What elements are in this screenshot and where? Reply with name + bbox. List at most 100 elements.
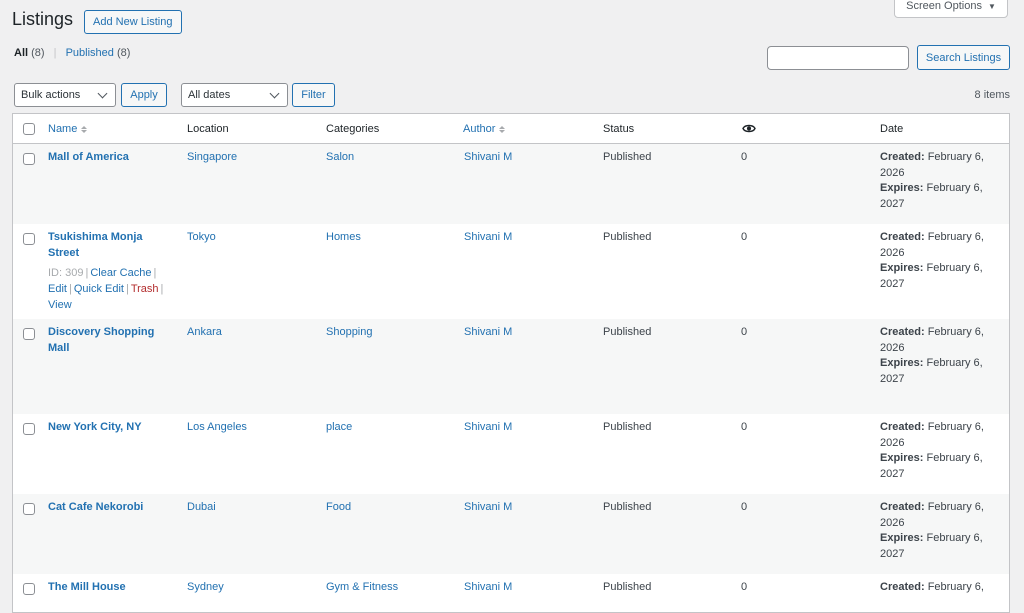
action-separator: | bbox=[160, 283, 164, 295]
screen-options-button[interactable]: Screen Options ▼ bbox=[894, 0, 1008, 18]
select-all-checkbox[interactable] bbox=[23, 123, 35, 135]
page-title: Listings bbox=[12, 9, 74, 29]
status-text: Published bbox=[603, 581, 652, 593]
expires-label: Expires: bbox=[880, 262, 924, 274]
category-link[interactable]: place bbox=[326, 420, 352, 436]
bulk-actions-select[interactable]: Bulk actions bbox=[14, 83, 116, 107]
action-separator: | bbox=[125, 283, 129, 295]
author-link[interactable]: Shivani M bbox=[464, 230, 512, 246]
views-count: 0 bbox=[741, 581, 748, 593]
author-link[interactable]: Shivani M bbox=[464, 500, 512, 516]
status-text: Published bbox=[603, 151, 652, 163]
listing-id: ID: 309 bbox=[48, 267, 84, 279]
expires-label: Expires: bbox=[880, 182, 924, 194]
view-published-count: (8) bbox=[116, 47, 131, 59]
listing-name-link[interactable]: The Mill House bbox=[48, 580, 166, 596]
views-count: 0 bbox=[741, 326, 748, 338]
screen-options-label: Screen Options bbox=[906, 0, 982, 12]
column-author-header[interactable]: Author bbox=[463, 123, 506, 135]
filter-button[interactable]: Filter bbox=[292, 83, 335, 107]
location-link[interactable]: Singapore bbox=[187, 150, 237, 166]
created-label: Created: bbox=[880, 421, 925, 433]
table-row: Discovery Shopping Mall Ankara Shopping … bbox=[13, 319, 1009, 414]
quick-edit-link[interactable]: Quick Edit bbox=[74, 283, 124, 295]
dates-filter-select[interactable]: All dates bbox=[181, 83, 288, 107]
created-label: Created: bbox=[880, 231, 925, 243]
table-row: Cat Cafe Nekorobi Dubai Food Shivani M P… bbox=[13, 494, 1009, 574]
location-link[interactable]: Sydney bbox=[187, 580, 224, 596]
table-row: Tsukishima Monja Street ID: 309 | Clear Ca… bbox=[13, 224, 1009, 319]
status-text: Published bbox=[603, 231, 652, 243]
date-info: Created: February 6, bbox=[880, 580, 998, 596]
status-text: Published bbox=[603, 421, 652, 433]
bulk-actions-value: Bulk actions bbox=[21, 89, 81, 101]
date-info: Created: February 6, 2026 Expires: Febru… bbox=[880, 420, 998, 482]
location-link[interactable]: Los Angeles bbox=[187, 420, 247, 436]
column-name-header[interactable]: Name bbox=[48, 123, 88, 135]
search-listings-button[interactable]: Search Listings bbox=[917, 45, 1010, 70]
author-link[interactable]: Shivani M bbox=[464, 150, 512, 166]
column-name-label: Name bbox=[48, 123, 78, 135]
status-text: Published bbox=[603, 501, 652, 513]
view-link[interactable]: View bbox=[48, 299, 72, 311]
listing-name-link[interactable]: Discovery Shopping Mall bbox=[48, 325, 166, 356]
table-header: Name Location Categories Author Status D… bbox=[13, 114, 1009, 144]
location-link[interactable]: Dubai bbox=[187, 500, 216, 516]
row-checkbox[interactable] bbox=[23, 503, 35, 515]
row-checkbox[interactable] bbox=[23, 153, 35, 165]
date-info: Created: February 6, 2026 Expires: Febru… bbox=[880, 150, 998, 212]
views-separator: | bbox=[53, 47, 57, 59]
category-link[interactable]: Salon bbox=[326, 150, 354, 166]
views-count: 0 bbox=[741, 421, 748, 433]
table-row: The Mill House Sydney Gym & Fitness Shiv… bbox=[13, 574, 1009, 612]
expires-label: Expires: bbox=[880, 452, 924, 464]
sort-icon bbox=[499, 125, 506, 133]
row-checkbox[interactable] bbox=[23, 328, 35, 340]
date-info: Created: February 6, 2026 Expires: Febru… bbox=[880, 500, 998, 562]
action-separator: | bbox=[68, 283, 72, 295]
created-label: Created: bbox=[880, 151, 925, 163]
listing-name-link[interactable]: Tsukishima Monja Street bbox=[48, 230, 166, 261]
clear-cache-link[interactable]: Clear Cache bbox=[90, 267, 151, 279]
action-separator: | bbox=[153, 267, 157, 279]
row-checkbox[interactable] bbox=[23, 233, 35, 245]
category-link[interactable]: Gym & Fitness bbox=[326, 580, 398, 596]
location-link[interactable]: Ankara bbox=[187, 325, 222, 341]
listing-name-link[interactable]: Cat Cafe Nekorobi bbox=[48, 500, 166, 516]
chevron-down-icon bbox=[269, 88, 280, 98]
row-checkbox[interactable] bbox=[23, 423, 35, 435]
category-link[interactable]: Shopping bbox=[326, 325, 373, 341]
listing-name-link[interactable]: New York City, NY bbox=[48, 420, 166, 436]
date-info: Created: February 6, 2026 Expires: Febru… bbox=[880, 230, 998, 292]
date-info: Created: February 6, 2026 Expires: Febru… bbox=[880, 325, 998, 387]
view-all-link[interactable]: All bbox=[14, 47, 28, 59]
column-categories-header: Categories bbox=[326, 123, 380, 135]
created-label: Created: bbox=[880, 581, 925, 593]
dates-filter-value: All dates bbox=[188, 89, 231, 101]
listings-table: Name Location Categories Author Status D… bbox=[12, 113, 1010, 613]
add-new-listing-button[interactable]: Add New Listing bbox=[84, 10, 182, 34]
author-link[interactable]: Shivani M bbox=[464, 325, 512, 341]
status-filter-links: All (8) | Published (8) bbox=[14, 47, 130, 59]
created-label: Created: bbox=[880, 501, 925, 513]
edit-link[interactable]: Edit bbox=[48, 283, 67, 295]
category-link[interactable]: Homes bbox=[326, 230, 361, 246]
table-row: Mall of America Singapore Salon Shivani … bbox=[13, 144, 1009, 224]
row-checkbox[interactable] bbox=[23, 583, 35, 595]
column-date-header: Date bbox=[880, 123, 904, 135]
trash-link[interactable]: Trash bbox=[131, 283, 159, 295]
created-label: Created: bbox=[880, 326, 925, 338]
category-link[interactable]: Food bbox=[326, 500, 351, 516]
author-link[interactable]: Shivani M bbox=[464, 420, 512, 436]
view-published-link[interactable]: Published bbox=[66, 47, 114, 59]
chevron-down-icon: ▼ bbox=[987, 1, 996, 11]
apply-button[interactable]: Apply bbox=[121, 83, 167, 107]
location-link[interactable]: Tokyo bbox=[187, 230, 216, 246]
views-count: 0 bbox=[741, 501, 748, 513]
expires-label: Expires: bbox=[880, 357, 924, 369]
listing-name-link[interactable]: Mall of America bbox=[48, 150, 166, 166]
author-link[interactable]: Shivani M bbox=[464, 580, 512, 596]
sort-icon bbox=[81, 125, 88, 133]
search-input[interactable] bbox=[767, 46, 909, 70]
expires-label: Expires: bbox=[880, 532, 924, 544]
